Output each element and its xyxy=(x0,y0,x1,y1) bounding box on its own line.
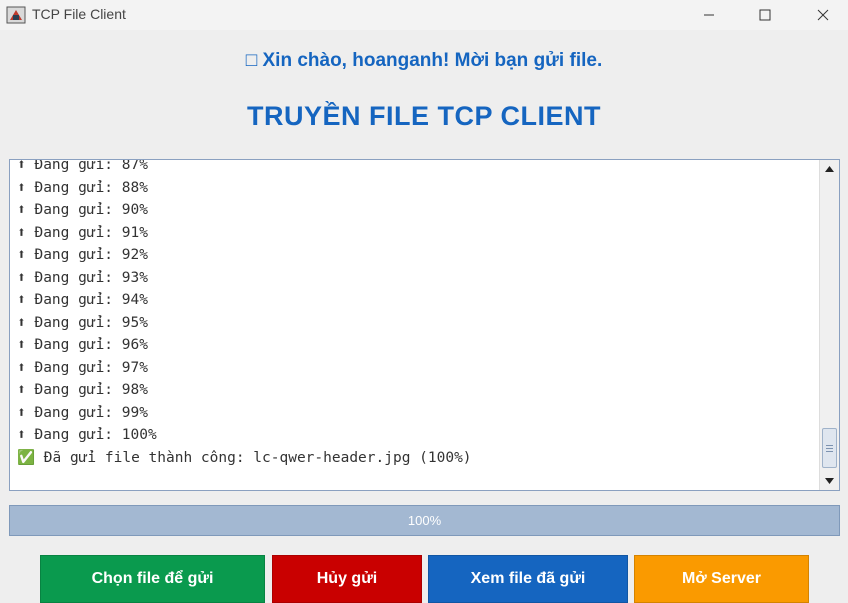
log-line: ⬆ Đang gửi: 100% xyxy=(17,427,157,443)
grip-line xyxy=(826,445,833,446)
close-button[interactable] xyxy=(800,0,846,30)
log-line: ✅ Đã gửi file thành công: lc-qwer-header… xyxy=(17,449,472,466)
grip-line xyxy=(826,451,833,452)
grip-line xyxy=(826,448,833,449)
page-title: TRUYỀN FILE TCP CLIENT xyxy=(246,101,601,131)
scroll-thumb[interactable] xyxy=(822,428,837,468)
log-line: ⬆ Đang gửi: 97% xyxy=(17,359,148,376)
log-line: ⬆ Đang gửi: 88% xyxy=(17,179,148,196)
log-line: ⬆ Đang gửi: 90% xyxy=(17,202,148,218)
log-lines: ⬆ Đang gửi: 87% ⬆ Đang gửi: 88% ⬆ Đang gửi… xyxy=(17,159,817,469)
upload-progress-bar: 100% xyxy=(9,505,840,536)
maximize-button[interactable] xyxy=(742,0,788,30)
log-line: ⬆ Đang gửi: 94% xyxy=(17,292,148,308)
choose-file-button[interactable]: Chọn file để gửi xyxy=(40,555,265,603)
minimize-icon xyxy=(704,14,714,16)
log-line: ⬆ Đang gửi: 87% xyxy=(17,159,148,173)
scroll-up-button[interactable] xyxy=(820,160,839,178)
log-text-area[interactable]: ⬆ Đang gửi: 87% ⬆ Đang gửi: 88% ⬆ Đang gửi… xyxy=(9,159,840,491)
log-line: ⬆ Đang gửi: 99% xyxy=(17,404,148,421)
progress-label: 100% xyxy=(407,513,442,528)
log-line: ⬆ Đang gửi: 98% xyxy=(17,382,148,398)
log-line: ⬆ Đang gửi: 96% xyxy=(17,337,148,353)
title-bar: TCP File Client xyxy=(0,0,848,30)
greeting-label: □ Xin chào, hoanganh! Mời bạn gửi file. xyxy=(245,50,603,71)
arrow-down-icon xyxy=(825,478,834,484)
log-line: ⬆ Đang gửi: 95% xyxy=(17,314,148,331)
java-app-icon xyxy=(6,6,26,24)
log-line: ⬆ Đang gửi: 93% xyxy=(17,269,148,286)
log-line: ⬆ Đang gửi: 92% xyxy=(17,247,148,263)
scroll-down-button[interactable] xyxy=(820,472,839,490)
vertical-scrollbar[interactable] xyxy=(819,160,839,490)
maximize-icon xyxy=(759,9,771,21)
view-sent-files-button[interactable]: Xem file đã gửi xyxy=(428,555,628,603)
arrow-up-icon xyxy=(825,166,834,172)
minimize-button[interactable] xyxy=(686,0,732,30)
open-server-button[interactable]: Mở Server xyxy=(634,555,809,603)
log-line: ⬆ Đang gửi: 91% xyxy=(17,224,148,241)
close-icon xyxy=(817,9,829,21)
window-title: TCP File Client xyxy=(32,6,126,22)
cancel-send-button[interactable]: Hủy gửi xyxy=(272,555,422,603)
